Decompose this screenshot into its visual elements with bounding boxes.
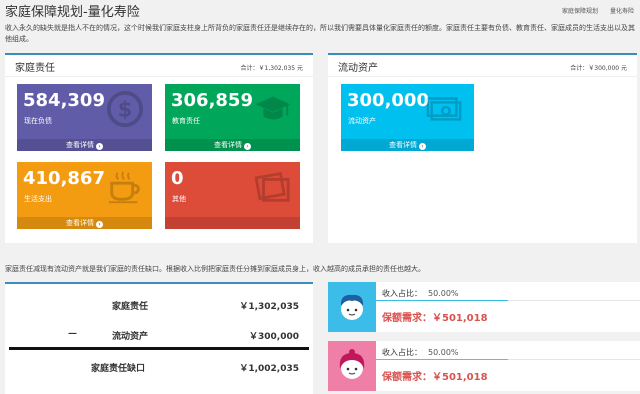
member-card-male: 收入占比： 50.00% 保额需求：￥501,018 — [328, 282, 640, 332]
breadcrumb: 家庭保障规划 量化寿险 — [552, 6, 634, 15]
view-details-label: 查看详情 — [214, 141, 242, 149]
row-value: ￥300,000 — [249, 332, 299, 342]
income-ratio: 收入占比： 50.00% — [382, 347, 459, 358]
tile-living-expense[interactable]: 410,867 生活支出 查看详情 › — [17, 162, 152, 229]
row-value: ￥1,002,035 — [239, 364, 299, 374]
tile-label: 生活支出 — [24, 195, 52, 203]
ratio-bar-fill — [376, 300, 508, 301]
girl-avatar-icon — [339, 349, 365, 379]
money-stack-icon — [426, 97, 462, 121]
panel-title: 流动资产 — [338, 63, 378, 74]
row-label: 流动资产 — [112, 332, 149, 342]
tile-label: 现在负债 — [24, 117, 52, 125]
coverage-need: 保额需求：￥501,018 — [382, 372, 488, 383]
intro-text: 收入永久的缺失就是指人不在的情况，这个时候我们家庭支柱身上所背负的家庭责任还是继… — [5, 24, 635, 43]
income-ratio-value: 50.00% — [428, 289, 459, 298]
avatar — [328, 282, 376, 332]
coverage-need: 保额需求：￥501,018 — [382, 313, 488, 324]
tile-value: 410,867 — [23, 168, 105, 189]
minus-sign: — — [68, 329, 77, 339]
tile-value: 0 — [171, 168, 184, 189]
panel-total: 合计：￥300,000 元 — [570, 65, 627, 72]
dollar-coin-icon: $ — [106, 90, 144, 128]
view-details-label: 查看详情 — [66, 141, 94, 149]
tile-other[interactable]: 0 其他 — [165, 162, 300, 229]
income-ratio-label: 收入占比： — [382, 289, 422, 298]
avatar — [328, 341, 376, 391]
view-details-link[interactable]: 查看详情 › — [341, 139, 474, 151]
svg-text:$: $ — [118, 98, 133, 122]
tile-current-debt[interactable]: 584,309 现在负债 $ 查看详情 › — [17, 84, 152, 151]
tile-liquid-assets[interactable]: 300,000 流动资产 查看详情 › — [341, 84, 474, 151]
family-responsibility-panel: 家庭责任 合计：￥1,302,035 元 584,309 现在负债 $ 查看详情… — [5, 53, 313, 243]
arrow-right-icon: › — [96, 221, 103, 228]
gap-note-text: 家庭责任减现有流动资产就是我们家庭的责任缺口。根据收入比例把家庭责任分摊到家庭成… — [5, 265, 425, 273]
tile-education[interactable]: 306,859 教育责任 查看详情 › — [165, 84, 300, 151]
row-label: 家庭责任 — [112, 302, 149, 312]
panel-header: 家庭责任 合计：￥1,302,035 元 — [5, 55, 313, 77]
arrow-right-icon: › — [96, 143, 103, 150]
responsibility-gap-panel: 家庭责任 ￥1,302,035 — 流动资产 ￥300,000 家庭责任缺口 ￥… — [5, 282, 313, 394]
income-ratio-value: 50.00% — [428, 348, 459, 357]
member-card-female: 收入占比： 50.00% 保额需求：￥501,018 — [328, 341, 640, 391]
ratio-bar — [376, 300, 640, 301]
view-details-label: 查看详情 — [66, 219, 94, 227]
view-details-link[interactable]: 查看详情 › — [17, 217, 152, 229]
breadcrumb-item-planning[interactable]: 家庭保障规划 — [562, 8, 598, 15]
row-value: ￥1,302,035 — [239, 302, 299, 312]
income-ratio: 收入占比： 50.00% — [382, 288, 459, 299]
photos-icon — [254, 171, 290, 202]
gap-row-family-responsibility: 家庭责任 ￥1,302,035 — [5, 299, 313, 321]
page-header: 家庭保障规划-量化寿险 家庭保障规划 量化寿险 — [0, 0, 640, 20]
tile-label: 流动资产 — [348, 117, 376, 125]
tile-value: 300,000 — [347, 90, 429, 111]
ratio-bar-fill — [376, 359, 508, 360]
boy-avatar-icon — [340, 294, 364, 320]
tile-value: 306,859 — [171, 90, 253, 111]
coffee-cup-icon — [108, 171, 140, 204]
panel-header: 流动资产 合计：￥300,000 元 — [328, 55, 637, 77]
arrow-right-icon: › — [419, 143, 426, 150]
tile-footer — [165, 217, 300, 229]
tile-label: 教育责任 — [172, 117, 200, 125]
view-details-label: 查看详情 — [389, 141, 417, 149]
income-ratio-label: 收入占比： — [382, 348, 422, 357]
page-title: 家庭保障规划-量化寿险 — [5, 5, 140, 20]
tile-label: 其他 — [172, 195, 186, 203]
tile-value: 584,309 — [23, 90, 105, 111]
gap-row-responsibility-gap: 家庭责任缺口 ￥1,002,035 — [5, 361, 313, 383]
row-label: 家庭责任缺口 — [91, 364, 146, 374]
breadcrumb-item-life-insurance[interactable]: 量化寿险 — [610, 8, 634, 15]
panel-title: 家庭责任 — [15, 63, 55, 74]
arrow-right-icon: › — [244, 143, 251, 150]
view-details-link[interactable]: 查看详情 › — [17, 139, 152, 151]
panel-total: 合计：￥1,302,035 元 — [240, 65, 303, 72]
graduation-cap-icon — [255, 96, 291, 120]
ratio-bar — [376, 359, 640, 360]
sum-divider — [9, 347, 309, 350]
liquid-assets-panel: 流动资产 合计：￥300,000 元 300,000 流动资产 查看详情 › — [328, 53, 637, 243]
view-details-link[interactable]: 查看详情 › — [165, 139, 300, 151]
